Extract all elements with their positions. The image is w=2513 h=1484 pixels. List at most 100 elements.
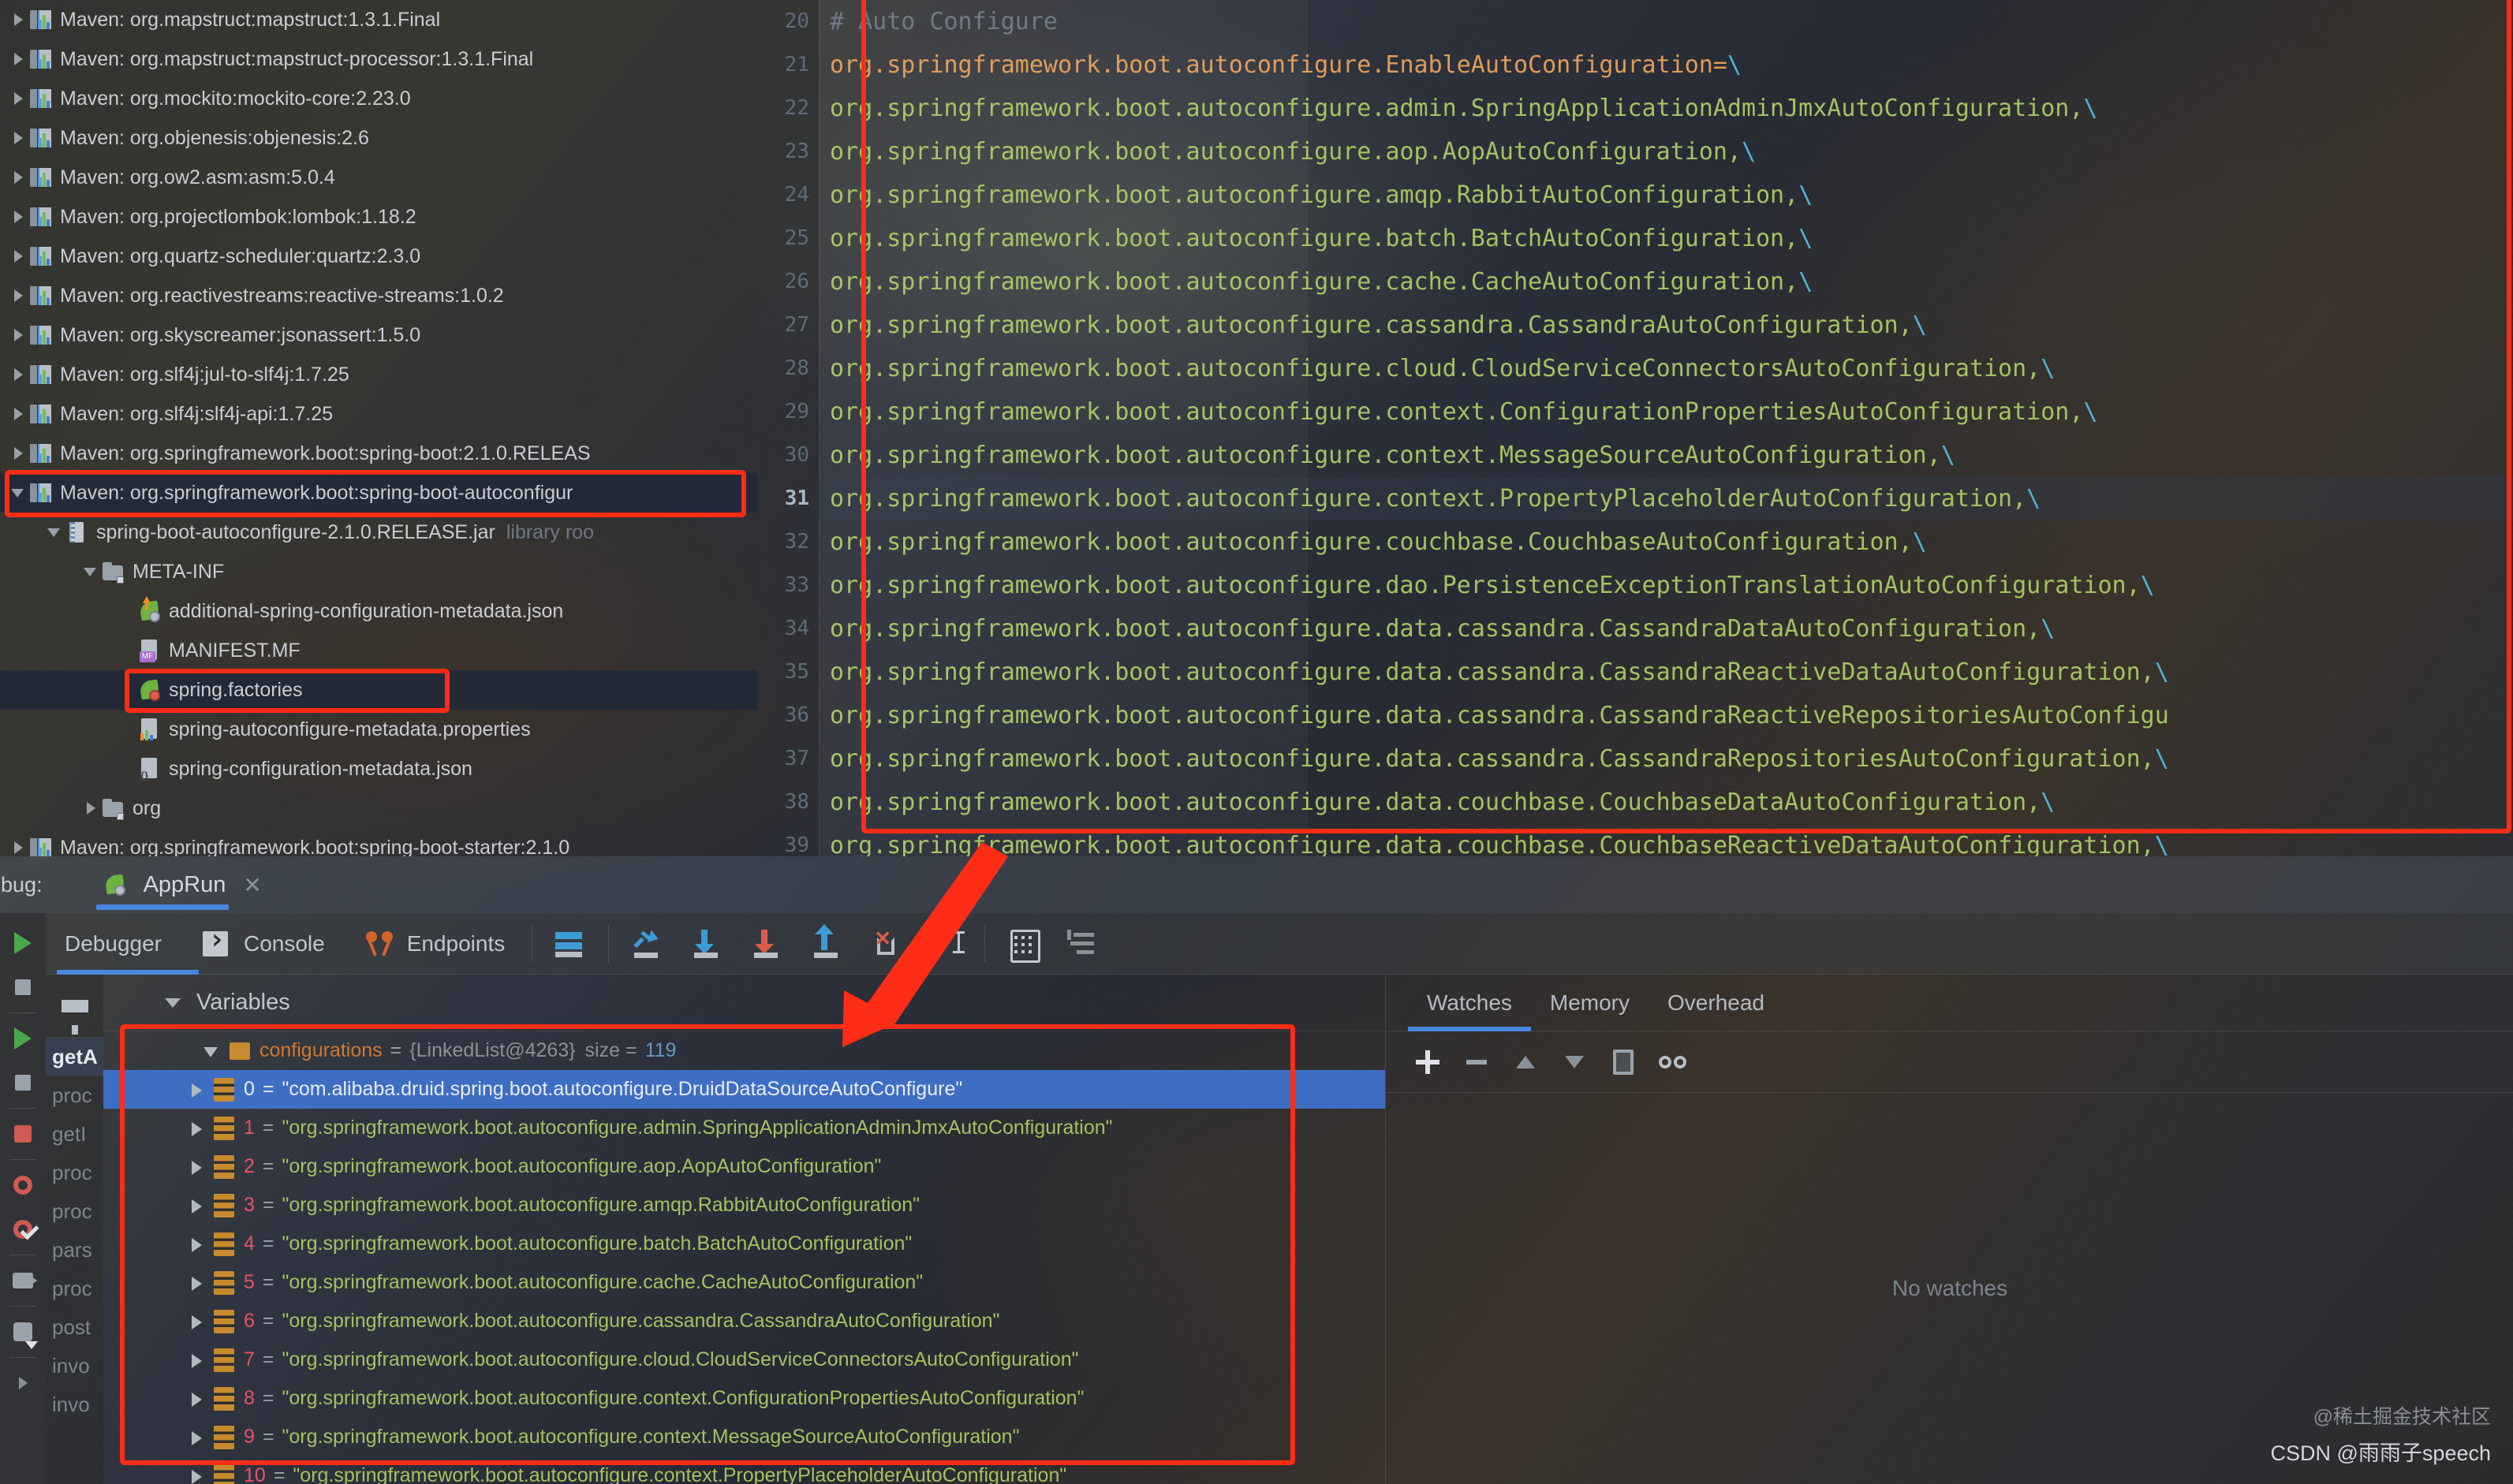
inspect-icon[interactable]	[1648, 1031, 1697, 1093]
chevron-right-icon[interactable]	[8, 128, 28, 148]
watches-tab-strip[interactable]: Watches Memory Overhead	[1386, 975, 2513, 1031]
pause-icon[interactable]	[0, 1016, 46, 1061]
tab-memory[interactable]: Memory	[1531, 975, 1649, 1031]
filter-funnel-icon[interactable]	[46, 975, 103, 1038]
watches-toolbar[interactable]	[1386, 1031, 2513, 1093]
code-line[interactable]: org.springframework.boot.autoconfigure.c…	[819, 260, 2513, 304]
camera-snapshot-icon[interactable]	[0, 1258, 46, 1303]
chevron-right-icon[interactable]	[8, 837, 28, 856]
stop-red-icon[interactable]	[0, 1112, 46, 1156]
frame-row[interactable]: getA	[46, 1038, 103, 1076]
tree-row[interactable]: Maven: org.objenesis:objenesis:2.6	[0, 118, 757, 158]
code-line[interactable]: org.springframework.boot.autoconfigure.d…	[819, 694, 2513, 737]
variable-row[interactable]: 4="org.springframework.boot.autoconfigur…	[103, 1225, 1385, 1263]
code-line[interactable]: org.springframework.boot.autoconfigure.c…	[819, 390, 2513, 434]
tree-row[interactable]: Maven: org.quartz-scheduler:quartz:2.3.0	[0, 237, 757, 276]
view-breakpoints-icon[interactable]	[0, 1163, 46, 1207]
chevron-right-icon[interactable]	[8, 207, 28, 227]
chevron-right-icon[interactable]	[8, 325, 28, 345]
code-line[interactable]: org.springframework.boot.autoconfigure.a…	[819, 130, 2513, 173]
step-over-icon[interactable]	[617, 913, 677, 975]
debugger-toolbar[interactable]: Debugger Console Endpoints	[46, 913, 2513, 975]
code-line[interactable]: org.springframework.boot.autoconfigure.d…	[819, 781, 2513, 824]
variable-row[interactable]: 1="org.springframework.boot.autoconfigur…	[103, 1109, 1385, 1147]
tree-row[interactable]: MANIFEST.MF	[0, 631, 757, 670]
frames-panel[interactable]: getAprocgetIprocprocparsprocpostinvoinvo	[46, 975, 103, 1484]
variable-row[interactable]: 0="com.alibaba.druid.spring.boot.autocon…	[103, 1070, 1385, 1109]
tree-row[interactable]: org	[0, 789, 757, 828]
code-line[interactable]: org.springframework.boot.autoconfigure.E…	[819, 43, 2513, 87]
tree-row[interactable]: Maven: org.reactivestreams:reactive-stre…	[0, 276, 757, 315]
variable-row[interactable]: 2="org.springframework.boot.autoconfigur…	[103, 1147, 1385, 1186]
chevron-right-icon[interactable]	[117, 601, 137, 621]
expand-icon[interactable]	[0, 1361, 46, 1405]
force-step-into-icon[interactable]	[737, 913, 797, 975]
code-line[interactable]: org.springframework.boot.autoconfigure.a…	[819, 87, 2513, 130]
step-out-icon[interactable]	[797, 913, 857, 975]
variable-row[interactable]: 8="org.springframework.boot.autoconfigur…	[103, 1379, 1385, 1418]
variable-row[interactable]: 5="org.springframework.boot.autoconfigur…	[103, 1263, 1385, 1302]
chevron-right-icon[interactable]	[8, 88, 28, 109]
chevron-right-icon[interactable]	[8, 49, 28, 69]
tree-row[interactable]: spring-configuration-metadata.json	[0, 749, 757, 789]
tree-row[interactable]: spring.factories	[0, 670, 757, 710]
frame-row[interactable]: proc	[46, 1192, 103, 1231]
tree-row[interactable]: Maven: org.springframework.boot:spring-b…	[0, 473, 757, 513]
tab-overhead[interactable]: Overhead	[1649, 975, 1783, 1031]
close-icon[interactable]: ✕	[243, 872, 261, 898]
variables-panel[interactable]: Variables configurations = {LinkedList@4…	[103, 975, 1385, 1484]
code-line[interactable]: org.springframework.boot.autoconfigure.d…	[819, 651, 2513, 694]
code-line[interactable]: org.springframework.boot.autoconfigure.d…	[819, 564, 2513, 607]
run-to-cursor-icon[interactable]	[917, 913, 976, 975]
chevron-right-icon[interactable]	[117, 719, 137, 740]
tree-row[interactable]: spring-boot-autoconfigure-2.1.0.RELEASE.…	[0, 513, 757, 552]
chevron-right-icon[interactable]	[117, 640, 137, 661]
frame-row[interactable]: invo	[46, 1385, 103, 1424]
debug-run-config-tab[interactable]: AppRun ✕	[96, 856, 268, 913]
frame-row[interactable]: pars	[46, 1231, 103, 1270]
variable-row[interactable]: 7="org.springframework.boot.autoconfigur…	[103, 1340, 1385, 1379]
frame-row[interactable]: proc	[46, 1076, 103, 1115]
debug-tool-window[interactable]: ebug: AppRun ✕ Debugger	[0, 856, 2513, 1484]
project-tool-window[interactable]: Maven: org.mapstruct:mapstruct:1.3.1.Fin…	[0, 0, 757, 856]
tree-row[interactable]: Maven: org.slf4j:jul-to-slf4j:1.7.25	[0, 355, 757, 394]
tree-row[interactable]: Maven: org.springframework.boot:spring-b…	[0, 434, 757, 473]
variables-root-row[interactable]: configurations = {LinkedList@4263} size …	[103, 1031, 1385, 1070]
frame-row[interactable]: proc	[46, 1154, 103, 1192]
settings-gear-icon[interactable]	[0, 1310, 46, 1354]
tree-row[interactable]: Maven: org.projectlombok:lombok:1.18.2	[0, 197, 757, 237]
code-line[interactable]: org.springframework.boot.autoconfigure.b…	[819, 217, 2513, 260]
resume-program-icon[interactable]	[0, 921, 46, 965]
view-breakpoints-placeholder-icon[interactable]	[0, 1061, 46, 1105]
debug-side-toolbar[interactable]	[0, 913, 46, 1484]
chevron-right-icon[interactable]	[8, 285, 28, 306]
tab-console[interactable]: Console	[181, 913, 344, 975]
tree-row[interactable]: additional-spring-configuration-metadata…	[0, 591, 757, 631]
code-line[interactable]: org.springframework.boot.autoconfigure.d…	[819, 824, 2513, 856]
chevron-right-icon[interactable]	[8, 167, 28, 188]
move-down-icon[interactable]	[1550, 1031, 1599, 1093]
chevron-down-icon[interactable]	[8, 483, 28, 503]
code-line[interactable]: org.springframework.boot.autoconfigure.c…	[819, 304, 2513, 347]
frame-row[interactable]: proc	[46, 1270, 103, 1308]
frames-icon[interactable]	[540, 913, 600, 975]
chevron-down-icon[interactable]	[80, 561, 101, 582]
tree-row[interactable]: Maven: org.mockito:mockito-core:2.23.0	[0, 79, 757, 118]
code-line[interactable]: org.springframework.boot.autoconfigure.c…	[819, 347, 2513, 390]
stop-icon[interactable]	[0, 965, 46, 1009]
variable-row[interactable]: 9="org.springframework.boot.autoconfigur…	[103, 1418, 1385, 1456]
tree-row[interactable]: Maven: org.springframework.boot:spring-b…	[0, 828, 757, 856]
frame-row[interactable]: getI	[46, 1115, 103, 1154]
code-line[interactable]: org.springframework.boot.autoconfigure.d…	[819, 737, 2513, 781]
tree-row[interactable]: META-INF	[0, 552, 757, 591]
editor-spring-factories[interactable]: 2021222324252627282930313233343536373839…	[757, 0, 2513, 856]
step-into-icon[interactable]	[677, 913, 737, 975]
chevron-right-icon[interactable]	[8, 404, 28, 424]
tab-watches[interactable]: Watches	[1408, 975, 1531, 1031]
move-up-icon[interactable]	[1501, 1031, 1550, 1093]
frame-row[interactable]: post	[46, 1308, 103, 1347]
code-line[interactable]: org.springframework.boot.autoconfigure.c…	[819, 434, 2513, 477]
chevron-right-icon[interactable]	[8, 9, 28, 30]
settings-icon[interactable]	[1053, 913, 1113, 975]
evaluate-expression-icon[interactable]	[993, 913, 1053, 975]
